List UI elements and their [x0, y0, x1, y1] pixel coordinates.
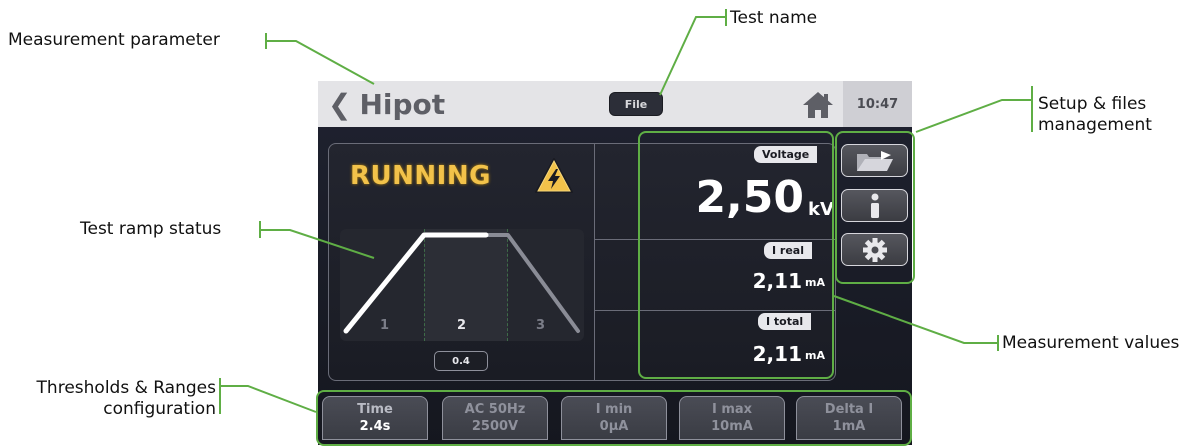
- voltage-label: Voltage: [754, 146, 818, 163]
- ramp-step-label-active: 2: [457, 318, 467, 333]
- ramp-step-label: 1: [380, 318, 390, 333]
- gear-icon: [862, 237, 887, 262]
- callout-thresholds-ranges-configuration: Thresholds & Ranges configuration: [36, 378, 216, 419]
- button-label: I max: [711, 402, 753, 417]
- panel-divider: [594, 143, 595, 381]
- i-max-setting-button[interactable]: I max 10mA: [679, 396, 785, 440]
- callout-test-ramp-status: Test ramp status: [80, 219, 222, 239]
- button-label: Delta I: [824, 402, 874, 417]
- button-label: Time: [357, 402, 393, 417]
- button-value: 10mA: [711, 419, 753, 434]
- clock-box: 10:47: [843, 81, 912, 127]
- button-label: AC 50Hz: [464, 402, 526, 417]
- measurement-divider: [595, 310, 835, 311]
- ramp-step-label: 3: [536, 318, 546, 333]
- file-button[interactable]: File: [609, 92, 663, 116]
- back-button[interactable]: ❮ Hipot: [328, 84, 445, 124]
- i-min-setting-button[interactable]: I min 0µA: [561, 396, 667, 440]
- high-voltage-warning-icon: [535, 158, 573, 193]
- i-total-label: I total: [758, 313, 812, 330]
- delta-i-setting-button[interactable]: Delta I 1mA: [796, 396, 902, 440]
- callout-test-name: Test name: [730, 8, 818, 28]
- button-value: 1mA: [832, 419, 866, 434]
- files-button[interactable]: [841, 144, 908, 177]
- info-icon: [870, 193, 879, 218]
- voltage-value: 2,50: [695, 172, 804, 223]
- page-title: Hipot: [359, 87, 446, 121]
- step-time-chip[interactable]: 0.4: [434, 351, 488, 371]
- i-real-label: I real: [764, 242, 813, 259]
- callout-setup-files-management: Setup & files management: [1038, 94, 1152, 135]
- i-real-unit: mA: [805, 276, 825, 289]
- clock: 10:47: [856, 96, 899, 112]
- device-screen: ❮ Hipot File 10:47 RUNNING 1 2 3 0.4 Vol…: [318, 81, 912, 445]
- callout-measurement-values: Measurement values: [1002, 333, 1180, 353]
- button-value: 2.4s: [359, 419, 391, 434]
- folder-icon: [856, 150, 893, 171]
- button-value: 2500V: [471, 419, 519, 434]
- test-status-label: RUNNING: [350, 161, 491, 191]
- time-setting-button[interactable]: Time 2.4s: [322, 396, 428, 440]
- i-total-value: 2,11: [752, 342, 802, 366]
- i-real-value: 2,11: [752, 269, 802, 293]
- i-total-unit: mA: [805, 349, 825, 362]
- callout-measurement-parameter: Measurement parameter: [8, 30, 220, 50]
- measurement-divider: [595, 239, 835, 240]
- info-button[interactable]: [841, 189, 908, 222]
- top-bar: ❮ Hipot File 10:47: [318, 81, 912, 127]
- button-label: I min: [595, 402, 633, 417]
- home-button[interactable]: [801, 90, 835, 120]
- settings-button[interactable]: [841, 233, 908, 266]
- chevron-left-icon: ❮: [328, 87, 352, 121]
- ac-voltage-setting-button[interactable]: AC 50Hz 2500V: [442, 396, 548, 440]
- home-icon: [803, 92, 833, 118]
- button-value: 0µA: [599, 419, 629, 434]
- voltage-unit: kV: [808, 199, 834, 220]
